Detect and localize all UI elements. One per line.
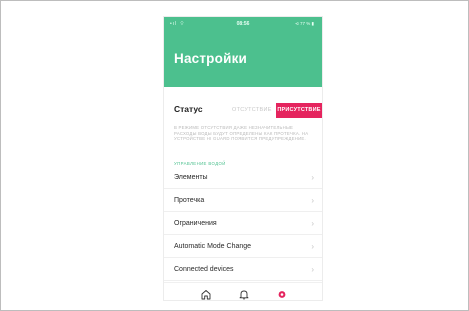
menu-item-automatic-mode-change[interactable]: Automatic Mode Change ›: [164, 236, 322, 258]
status-option-present[interactable]: ПРИСУТСТВИЕ: [276, 103, 322, 118]
status-bar: •ıl ⌔ 08:56 ⊲ 77 % ▮: [164, 17, 322, 31]
menu-item-connected-devices[interactable]: Connected devices ›: [164, 259, 322, 281]
chevron-right-icon: ›: [311, 196, 314, 205]
menu-item-label: Протечка: [174, 197, 205, 204]
settings-icon[interactable]: [276, 287, 288, 298]
header: •ıl ⌔ 08:56 ⊲ 77 % ▮ Настройки: [164, 17, 322, 87]
status-row: Статус ОТСУТСТВИЕ ПРИСУТСТВИЕ: [164, 87, 322, 125]
battery-indicator: ⊲ 77 % ▮: [294, 21, 314, 26]
settings-content: Статус ОТСУТСТВИЕ ПРИСУТСТВИЕ В РЕЖИМЕ О…: [164, 87, 322, 300]
chevron-right-icon: ›: [311, 173, 314, 182]
chevron-right-icon: ›: [311, 219, 314, 228]
screen-frame: •ıl ⌔ 08:56 ⊲ 77 % ▮ Настройки Статус ОТ…: [0, 0, 469, 311]
phone-screen: •ıl ⌔ 08:56 ⊲ 77 % ▮ Настройки Статус ОТ…: [164, 17, 322, 300]
status-label: Статус: [174, 104, 203, 114]
status-option-away[interactable]: ОТСУТСТВИЕ: [232, 107, 272, 113]
menu-item-limits[interactable]: Ограничения ›: [164, 213, 322, 235]
menu-item-label: Connected devices: [174, 266, 234, 273]
home-icon[interactable]: [200, 287, 212, 300]
menu-item-label: Элементы: [174, 174, 208, 181]
chevron-right-icon: ›: [311, 265, 314, 274]
status-note: В РЕЖИМЕ ОТСУТСТВИЯ ДАЖЕ НЕЗНАЧИТЕЛЬНЫЕ …: [174, 125, 309, 142]
section-header-water: УПРАВЛЕНИЕ ВОДОЙ: [174, 161, 226, 166]
chevron-right-icon: ›: [311, 242, 314, 251]
page-title: Настройки: [174, 51, 248, 66]
menu-item-label: Ограничения: [174, 220, 217, 227]
menu-item-elements[interactable]: Элементы ›: [164, 167, 322, 189]
tab-bar: [164, 282, 322, 300]
menu-item-leak[interactable]: Протечка ›: [164, 190, 322, 212]
bell-icon[interactable]: [238, 287, 250, 300]
menu-item-label: Automatic Mode Change: [174, 243, 252, 250]
